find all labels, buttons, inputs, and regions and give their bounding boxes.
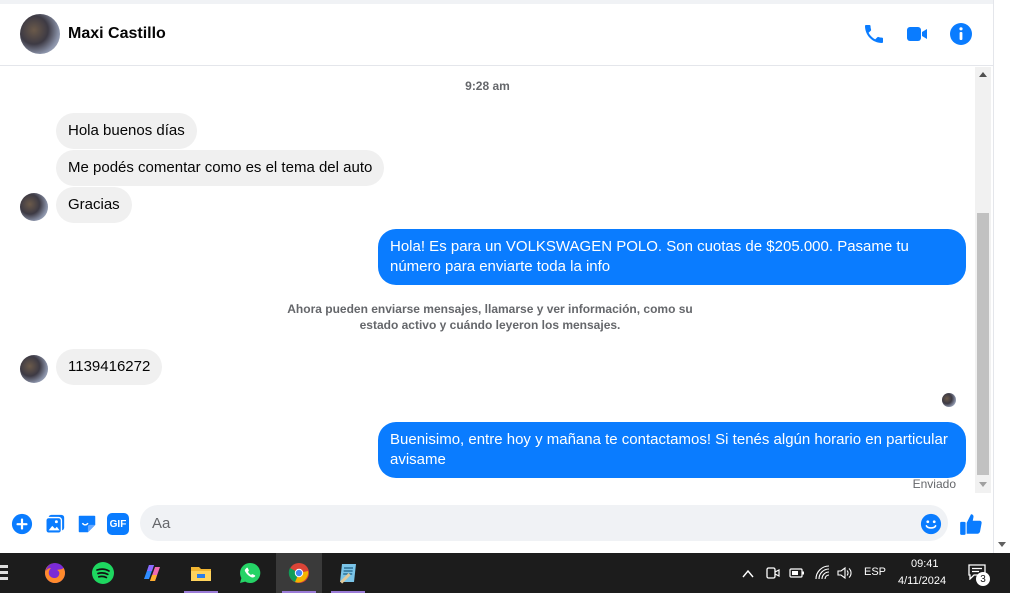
contact-name[interactable]: Maxi Castillo	[68, 25, 166, 43]
file-explorer-icon[interactable]	[178, 553, 224, 593]
whatsapp-icon[interactable]	[227, 553, 273, 593]
clock-date[interactable]: 4/11/2024	[898, 575, 946, 587]
widgets-icon[interactable]	[0, 565, 10, 581]
gif-icon[interactable]: GIF	[107, 513, 129, 535]
top-divider	[0, 0, 1010, 4]
notification-badge: 3	[976, 572, 990, 586]
outgoing-message[interactable]: Buenisimo, entre hoy y mañana te contact…	[378, 422, 966, 478]
scroll-thumb[interactable]	[977, 213, 989, 475]
message-input[interactable]	[140, 505, 948, 541]
plus-icon[interactable]	[11, 513, 33, 535]
gif-label: GIF	[107, 513, 129, 535]
show-hidden-icons-chevron-icon[interactable]	[742, 567, 754, 579]
message-composer: GIF	[0, 500, 1000, 546]
firefox-icon[interactable]	[32, 553, 78, 593]
message-timestamp: 9:28 am	[465, 79, 510, 93]
sender-avatar[interactable]	[20, 193, 48, 221]
incoming-message[interactable]: Gracias	[56, 187, 132, 223]
incoming-message[interactable]: Me podés comentar como es el tema del au…	[56, 150, 385, 186]
volume-icon[interactable]	[837, 566, 853, 580]
seen-avatar	[942, 393, 956, 407]
chat-scrollbar[interactable]	[975, 67, 991, 493]
system-notice: Ahora pueden enviarse mensajes, llamarse…	[287, 302, 693, 332]
scroll-down-arrow-icon[interactable]	[979, 482, 987, 487]
phone-icon[interactable]	[862, 22, 886, 46]
info-icon[interactable]	[949, 22, 973, 46]
incoming-message[interactable]: 1139416272	[56, 349, 163, 385]
clock-time[interactable]: 09:41	[911, 558, 939, 570]
conversation-header: Maxi Castillo	[0, 0, 1010, 66]
window-scrollbar[interactable]	[993, 0, 1010, 553]
incoming-message[interactable]: Hola buenos días	[56, 113, 197, 149]
keyboard-language[interactable]: ESP	[864, 566, 886, 578]
windows-taskbar: ESP 09:41 4/11/2024 3	[0, 553, 1010, 593]
battery-icon[interactable]	[789, 567, 805, 579]
chrome-icon[interactable]	[276, 553, 322, 593]
camera-in-use-icon[interactable]	[766, 565, 780, 581]
sticker-icon[interactable]	[76, 513, 98, 535]
like-icon[interactable]	[958, 511, 984, 537]
copilot-icon[interactable]	[129, 553, 175, 593]
contact-avatar[interactable]	[20, 14, 60, 54]
sender-avatar[interactable]	[20, 355, 48, 383]
delivery-status: Enviado	[912, 477, 956, 491]
video-icon[interactable]	[905, 22, 929, 46]
message-list[interactable]: 9:28 am Hola buenos días Me podés coment…	[0, 67, 975, 493]
scroll-up-arrow-icon[interactable]	[979, 72, 987, 77]
wifi-icon[interactable]	[815, 565, 831, 581]
emoji-icon[interactable]	[920, 513, 942, 535]
spotify-icon[interactable]	[80, 553, 126, 593]
outgoing-message[interactable]: Hola! Es para un VOLKSWAGEN POLO. Son cu…	[378, 229, 966, 285]
notepad-icon[interactable]	[325, 553, 371, 593]
image-icon[interactable]	[44, 513, 66, 535]
